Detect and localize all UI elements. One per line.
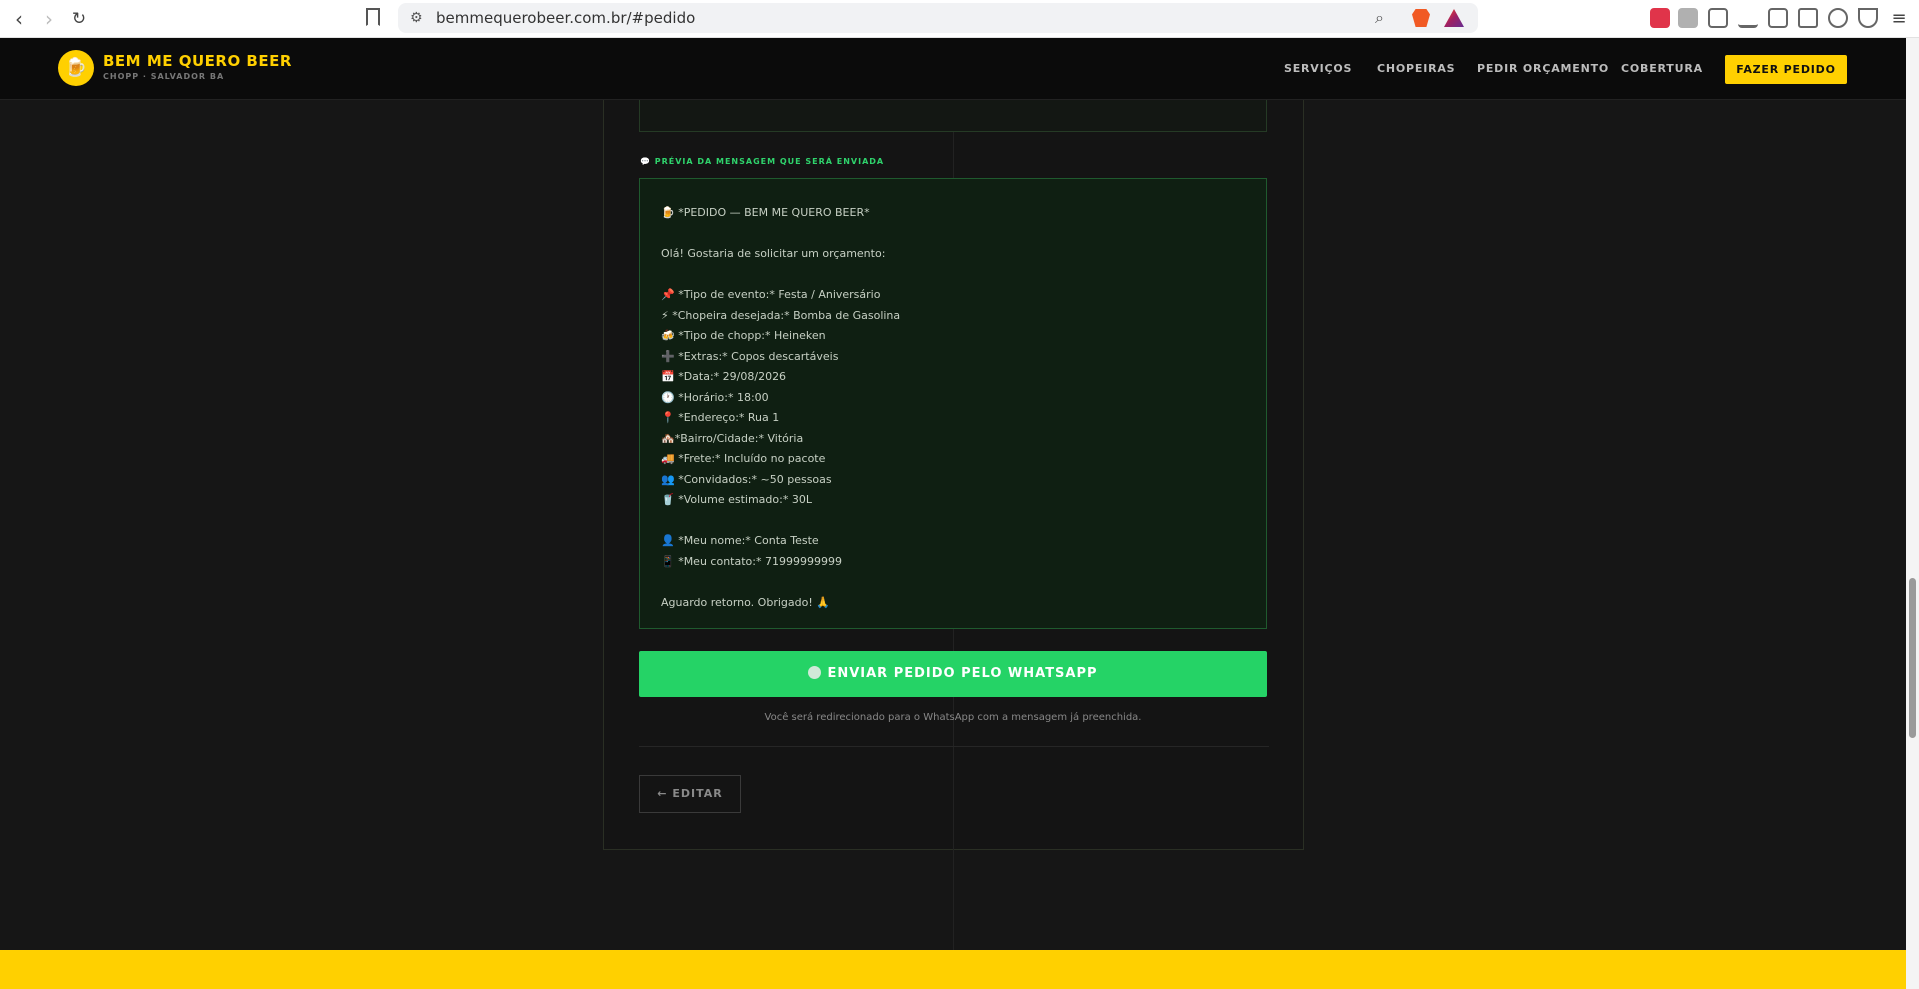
preview-line [661,265,1245,286]
preview-line: Aguardo retorno. Obrigado! 🙏 [661,595,830,609]
leo-ai-icon[interactable] [1828,8,1848,28]
preview-line [661,572,1245,593]
preview-line: 🍻 *Tipo de chopp:* Heineken [661,329,826,342]
menu-icon[interactable]: ≡ [1886,6,1912,32]
site-settings-icon[interactable]: ⚙ [410,3,423,33]
send-whatsapp-label: ENVIAR PEDIDO PELO WHATSAPP [827,666,1098,681]
nav-pedir-orcamento[interactable]: PEDIR ORÇAMENTO [1477,62,1609,75]
preview-line: 📌 *Tipo de evento:* Festa / Aniversário [661,288,881,301]
brand-name[interactable]: BEM ME QUERO BEER [103,52,292,70]
footer-band [0,950,1919,989]
preview-line: 👤 *Meu nome:* Conta Teste [661,534,819,547]
preview-line: 🍺 *PEDIDO — BEM ME QUERO BEER* [661,206,870,219]
page-scrollbar[interactable] [1906,38,1919,989]
zoom-icon[interactable]: ⌕ [1375,3,1384,33]
preview-line: 🚚 *Frete:* Incluído no pacote [661,452,826,465]
nav-chopeiras[interactable]: CHOPEIRAS [1377,62,1455,75]
preview-line: 📅 *Data:* 29/08/2026 [661,370,787,383]
forward-icon[interactable]: › [36,6,62,32]
reload-icon[interactable]: ↻ [66,6,92,32]
preview-line: 🏘️*Bairro/Cidade:* Vitória [661,431,804,445]
preview-line: 📱 *Meu contato:* 71999999999 [661,554,842,568]
preview-line [661,511,1245,532]
preview-line: Olá! Gostaria de solicitar um orçamento: [661,247,886,260]
scrollbar-thumb[interactable] [1909,578,1916,738]
address-bar[interactable]: ⚙ bemmequerobeer.com.br/#pedido ⌕ [398,3,1478,33]
brave-rewards-icon[interactable] [1444,9,1464,27]
brave-shields-icon[interactable] [1412,9,1430,27]
preview-line: ⚡ *Chopeira desejada:* Bomba de Gasolina [661,308,901,322]
message-preview: 🍺 *PEDIDO — BEM ME QUERO BEER* Olá! Gosta… [639,178,1267,629]
preview-line: 🥤 *Volume estimado:* 30L [661,493,812,506]
preview-line: 📍 *Endereço:* Rua 1 [661,411,780,424]
beer-mug-icon[interactable]: 🍺 [58,50,94,86]
site-header: 🍺 BEM ME QUERO BEER CHOPP · SALVADOR BA … [0,38,1919,100]
send-whatsapp-button[interactable]: ENVIAR PEDIDO PELO WHATSAPP [639,651,1267,697]
redirect-note: Você será redirecionado para o WhatsApp … [764,712,1142,723]
back-icon[interactable]: ‹ [6,6,32,32]
sidebar-icon[interactable] [1768,8,1788,28]
preview-line: 👥 *Convidados:* ~50 pessoas [661,472,832,486]
nav-servicos[interactable]: SERVIÇOS [1284,62,1352,75]
bookmark-icon[interactable] [366,8,380,26]
preview-line: 🕐 *Horário:* 18:00 [661,390,769,404]
preview-line: ➕ *Extras:* Copos descartáveis [661,349,839,363]
whatsapp-icon [808,666,822,679]
downloads-icon[interactable] [1738,8,1758,28]
vpn-shield-icon[interactable] [1858,8,1878,28]
edit-button[interactable]: ← EDITAR [639,775,741,813]
extension-icon[interactable] [1650,8,1670,28]
extension-m-icon[interactable] [1678,8,1698,28]
brand-tagline: CHOPP · SALVADOR BA [103,72,225,81]
fazer-pedido-button[interactable]: FAZER PEDIDO [1725,55,1847,84]
url-text[interactable]: bemmequerobeer.com.br/#pedido [436,3,695,33]
extensions-puzzle-icon[interactable] [1708,8,1728,28]
preview-label: 💬 PRÉVIA DA MENSAGEM QUE SERÁ ENVIADA [640,157,885,166]
preview-line [661,224,1245,245]
browser-toolbar: ‹ › ↻ ⚙ bemmequerobeer.com.br/#pedido ⌕ … [0,0,1919,38]
nav-cobertura[interactable]: COBERTURA [1621,62,1703,75]
section-divider [639,746,1269,747]
previous-field-box [639,100,1267,132]
wallet-icon[interactable] [1798,8,1818,28]
